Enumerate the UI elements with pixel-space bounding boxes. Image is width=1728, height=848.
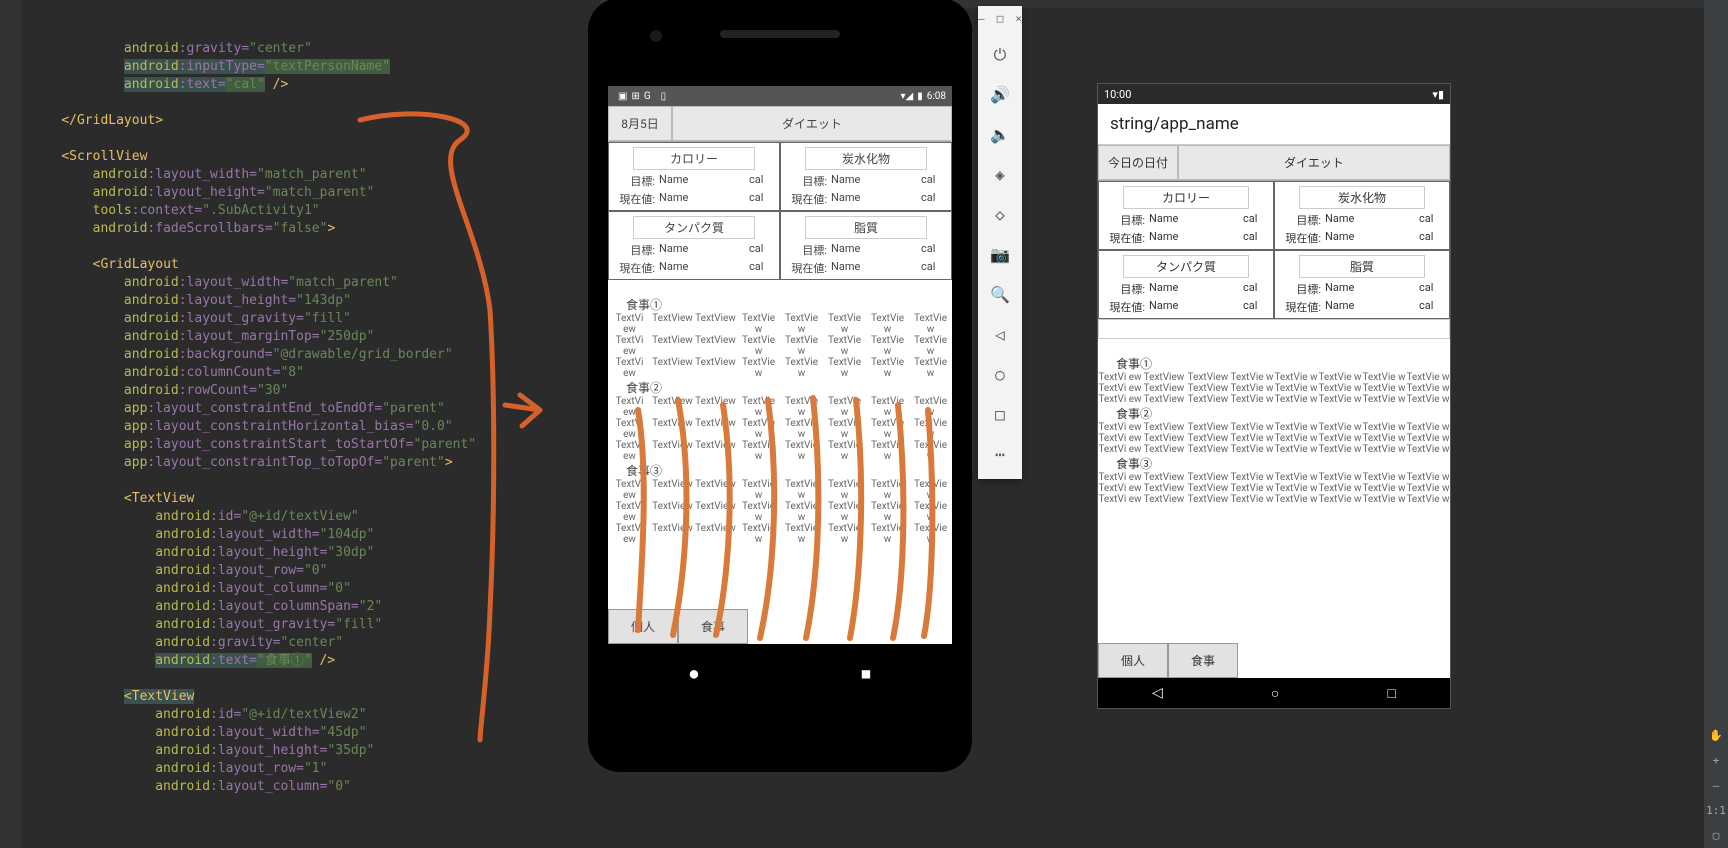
preview-navbar: ◁○□ xyxy=(1098,678,1450,708)
meal-row: TextVi ewTextViewTextViewTextVie wTextVi… xyxy=(608,440,952,462)
nutrition-box: タンパク質 目標:Namecal 現在値:Namecal xyxy=(608,211,780,280)
home-icon[interactable]: ○ xyxy=(985,360,1015,390)
meal-row: TextVi ewTextViewTextViewTextVie wTextVi… xyxy=(1098,494,1450,505)
max-button[interactable]: □ xyxy=(997,12,1004,25)
nutrition-title: タンパク質 xyxy=(1123,255,1249,278)
nutrition-title: 炭水化物 xyxy=(1299,186,1425,209)
overview-icon[interactable]: □ xyxy=(985,400,1015,430)
bottom-tab-meal[interactable]: 食事 xyxy=(678,609,748,644)
preview-status-bar: 10:00▾▮ xyxy=(1098,84,1450,104)
appbar-title: string/app_name xyxy=(1098,104,1450,145)
emulator-controls: – □ × ⏻ 🔊 🔈 ◈ ◇ 📷 🔍 ◁ ○ □ ⋯ xyxy=(978,6,1022,479)
preview-bottom-personal[interactable]: 個人 xyxy=(1098,643,1168,678)
meal-row: TextVi ewTextViewTextViewTextVie wTextVi… xyxy=(608,501,952,523)
meal-row: TextVi ewTextViewTextViewTextVie wTextVi… xyxy=(1098,472,1450,483)
power-icon[interactable]: ⏻ xyxy=(985,40,1015,70)
more-icon[interactable]: ⋯ xyxy=(985,440,1015,470)
close-button[interactable]: × xyxy=(1015,12,1022,25)
rotate-right-icon[interactable]: ◇ xyxy=(985,200,1015,230)
code-editor[interactable]: android:gravity="center" android:inputTy… xyxy=(0,0,630,848)
title-tab[interactable]: ダイエット xyxy=(672,106,952,141)
nutrition-box: カロリー 目標:Namecal 現在値:Namecal xyxy=(608,142,780,211)
meal-row: TextVi ewTextViewTextViewTextVie wTextVi… xyxy=(608,313,952,335)
right-tool-rail: ✋ + – 1:1 ▢ xyxy=(1704,0,1728,848)
meal-row: TextVi ewTextViewTextViewTextVie wTextVi… xyxy=(1098,433,1450,444)
meal-title: 食事② xyxy=(1098,405,1450,422)
nutrition-title: 脂質 xyxy=(805,216,927,239)
zoom-icon[interactable]: 🔍 xyxy=(985,280,1015,310)
meal-row: TextVi ewTextViewTextViewTextVie wTextVi… xyxy=(1098,422,1450,433)
nutrition-box: 脂質 目標:Namecal 現在値:Namecal xyxy=(1274,250,1450,319)
nutrition-title: カロリー xyxy=(633,147,755,170)
zoom-out-button[interactable]: – xyxy=(1713,773,1720,798)
back-icon[interactable]: ◁ xyxy=(985,320,1015,350)
meal-title: 食事① xyxy=(608,296,952,313)
meal-row: TextVi ewTextViewTextViewTextVie wTextVi… xyxy=(1098,483,1450,494)
nutrition-title: タンパク質 xyxy=(633,216,755,239)
bottom-tab-personal[interactable]: 個人 xyxy=(608,609,678,644)
emulator-window[interactable]: ▣⊞G▯ ▾◢▮6:08 8月5日 ダイエット カロリー 目標:Namecal … xyxy=(590,0,970,770)
meal-row: TextVi ewTextViewTextViewTextVie wTextVi… xyxy=(608,479,952,501)
pan-tool-icon[interactable]: ✋ xyxy=(1709,723,1723,748)
nutrition-box: 炭水化物 目標:Namecal 現在値:Namecal xyxy=(780,142,952,211)
nutrition-title: 脂質 xyxy=(1299,255,1425,278)
nutrition-title: カロリー xyxy=(1123,186,1249,209)
camera-icon[interactable]: 📷 xyxy=(985,240,1015,270)
nutrition-box: タンパク質 目標:Namecal 現在値:Namecal xyxy=(1098,250,1274,319)
emulator-screen[interactable]: ▣⊞G▯ ▾◢▮6:08 8月5日 ダイエット カロリー 目標:Namecal … xyxy=(608,86,952,644)
nutrition-box: カロリー 目標:Namecal 現在値:Namecal xyxy=(1098,181,1274,250)
meal-row: TextVi ewTextViewTextViewTextVie wTextVi… xyxy=(608,523,952,545)
meal-row: TextVi ewTextViewTextViewTextVie wTextVi… xyxy=(1098,372,1450,383)
status-bar: ▣⊞G▯ ▾◢▮6:08 xyxy=(608,86,952,106)
rotate-left-icon[interactable]: ◈ xyxy=(985,160,1015,190)
nutrition-box: 脂質 目標:Namecal 現在値:Namecal xyxy=(780,211,952,280)
meal-title: 食事③ xyxy=(1098,455,1450,472)
preview-bottom-meal[interactable]: 食事 xyxy=(1168,643,1238,678)
meal-row: TextVi ewTextViewTextViewTextVie wTextVi… xyxy=(608,335,952,357)
soft-keys: ●■ xyxy=(608,660,952,688)
fit-button[interactable]: ▢ xyxy=(1713,823,1720,848)
preview-date-tab[interactable]: 今日の日付 xyxy=(1098,145,1178,180)
gutter xyxy=(0,0,22,848)
volume-up-icon[interactable]: 🔊 xyxy=(985,80,1015,110)
zoom-level[interactable]: 1:1 xyxy=(1706,798,1726,823)
meal-row: TextVi ewTextViewTextViewTextVie wTextVi… xyxy=(1098,444,1450,455)
zoom-in-button[interactable]: + xyxy=(1713,748,1720,773)
preview-title-tab[interactable]: ダイエット xyxy=(1178,145,1450,180)
meal-row: TextVi ewTextViewTextViewTextVie wTextVi… xyxy=(1098,394,1450,405)
meal-title: 食事① xyxy=(1098,355,1450,372)
date-tab[interactable]: 8月5日 xyxy=(608,106,672,141)
meal-row: TextVi ewTextViewTextViewTextVie wTextVi… xyxy=(608,396,952,418)
volume-down-icon[interactable]: 🔈 xyxy=(985,120,1015,150)
meal-row: TextVi ewTextViewTextViewTextVie wTextVi… xyxy=(608,357,952,379)
nutrition-box: 炭水化物 目標:Namecal 現在値:Namecal xyxy=(1274,181,1450,250)
meal-title: 食事③ xyxy=(608,462,952,479)
min-button[interactable]: – xyxy=(978,12,985,25)
meal-row: TextVi ewTextViewTextViewTextVie wTextVi… xyxy=(608,418,952,440)
layout-preview[interactable]: 10:00▾▮ string/app_name 今日の日付 ダイエット カロリー… xyxy=(1098,84,1450,708)
nutrition-title: 炭水化物 xyxy=(805,147,927,170)
meal-row: TextVi ewTextViewTextViewTextVie wTextVi… xyxy=(1098,383,1450,394)
phone-speaker xyxy=(720,30,840,38)
phone-camera xyxy=(650,30,662,42)
meal-title: 食事② xyxy=(608,379,952,396)
